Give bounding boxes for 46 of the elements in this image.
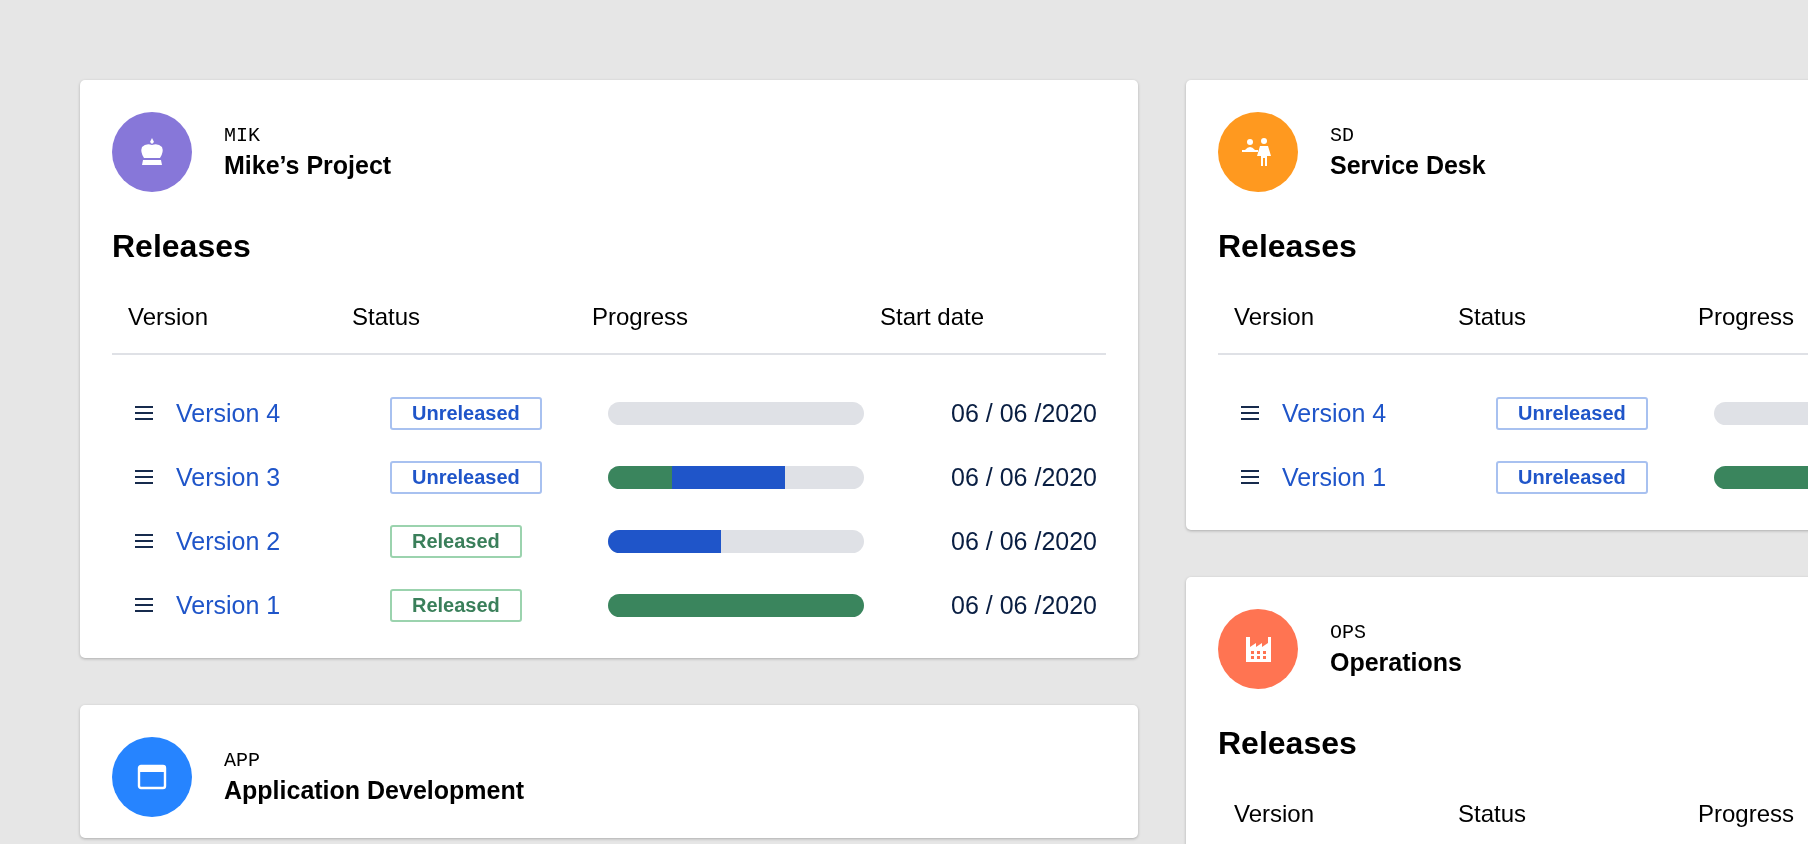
start-date: 06 / 06 /2020 — [951, 398, 1097, 428]
section-title: Releases — [1218, 725, 1358, 761]
drag-handle-icon[interactable] — [135, 406, 153, 420]
column-header: Progress — [1697, 800, 1796, 828]
start-date: 06 / 06 /2020 — [951, 526, 1097, 556]
version-link[interactable]: Version 1 — [176, 590, 281, 620]
browser-window-icon — [137, 764, 167, 790]
section-title: Releases — [1218, 228, 1358, 264]
start-date: 06 / 06 /2020 — [951, 462, 1097, 492]
column-header: Start date — [879, 303, 986, 331]
factory-icon — [1243, 635, 1273, 663]
status-badge: Unreleased — [390, 396, 542, 430]
column-header: Version — [1233, 800, 1316, 828]
version-link[interactable]: Version 3 — [176, 462, 281, 492]
project-key: SD — [1330, 124, 1486, 147]
drag-handle-icon[interactable] — [1241, 470, 1259, 484]
project-name: Application Development — [224, 776, 525, 805]
project-name: Service Desk — [1330, 151, 1486, 180]
column-header: Status — [1457, 800, 1528, 828]
project-name: Mike’s Project — [224, 151, 392, 180]
column-header: Progress — [1697, 303, 1796, 331]
project-key: APP — [224, 749, 525, 772]
start-date: 06 / 06 /2020 — [951, 590, 1097, 620]
project-name: Operations — [1330, 648, 1462, 677]
version-link[interactable]: Version 1 — [1282, 462, 1387, 492]
column-header: Status — [351, 303, 422, 331]
status-badge: Released — [390, 588, 522, 622]
column-header: Version — [127, 303, 210, 331]
column-header: Status — [1457, 303, 1528, 331]
version-link[interactable]: Version 2 — [176, 526, 281, 556]
drag-handle-icon[interactable] — [1241, 406, 1259, 420]
version-link[interactable]: Version 4 — [1282, 398, 1387, 428]
project-key: MIK — [224, 124, 392, 147]
column-header: Progress — [591, 303, 690, 331]
status-badge: Released — [390, 524, 522, 558]
drag-handle-icon[interactable] — [135, 534, 153, 548]
section-title: Releases — [112, 228, 252, 264]
drag-handle-icon[interactable] — [135, 598, 153, 612]
status-badge: Unreleased — [1496, 460, 1648, 494]
crown-icon — [138, 137, 166, 167]
status-badge: Unreleased — [1496, 396, 1648, 430]
project-key: OPS — [1330, 621, 1462, 644]
drag-handle-icon[interactable] — [135, 470, 153, 484]
status-badge: Unreleased — [390, 460, 542, 494]
column-header: Version — [1233, 303, 1316, 331]
version-link[interactable]: Version 4 — [176, 398, 281, 428]
